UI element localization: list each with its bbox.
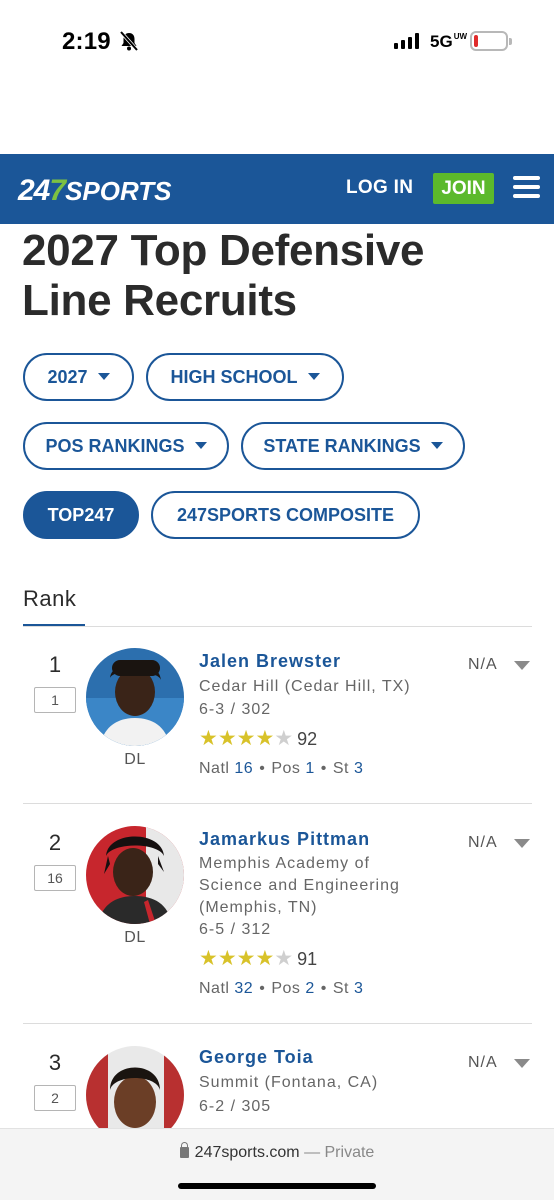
player-rank: 2 [48,830,62,855]
player-position: DL [124,929,146,946]
home-indicator[interactable] [178,1183,376,1189]
level-filter-label: HIGH SCHOOL [170,367,298,387]
join-button[interactable]: JOIN [433,173,494,204]
player-school: Summit (Fontana, CA) [199,1074,379,1091]
natl-rank-link[interactable]: 16 [234,760,253,777]
state-rank-link[interactable]: 3 [354,980,363,997]
expand-chevron-icon[interactable] [514,1059,530,1068]
signal-icon [394,33,420,49]
commit-status: N/A [468,1054,498,1071]
login-link[interactable]: LOG IN [346,177,413,199]
pos-rankings-label: POS RANKINGS [45,436,185,456]
star-icon: ★ [255,727,275,750]
star-icon: ★ [199,727,218,750]
site-header: 247SPORTS LOG IN JOIN [0,154,554,224]
chevron-down-icon [97,372,110,380]
player-name-link[interactable]: Jalen Brewster [199,651,341,672]
player-rank: 1 [48,652,62,677]
pos-rank-link[interactable]: 1 [305,760,314,777]
star-icon: ★ [217,947,237,970]
247sports-logo[interactable]: 247SPORTS [18,174,172,207]
previous-rank: 1 [34,687,76,713]
player-measurements: 6-5 / 312 [199,921,272,938]
year-filter-label: 2027 [47,367,88,387]
player-name-link[interactable]: Jamarkus Pittman [199,829,370,850]
player-rankings: Natl 16 • Pos 1 • St 3 [199,760,364,777]
previous-rank: 2 [34,1085,76,1111]
player-rankings: Natl 32 • Pos 2 • St 3 [199,980,364,997]
divider [23,803,532,804]
player-measurements: 6-3 / 302 [199,701,272,718]
chevron-down-icon [430,441,443,449]
star-rating: ★★★★★ 92 [199,728,317,750]
url-display[interactable]: 247sports.com — Private [0,1142,554,1162]
previous-rank: 16 [34,865,76,891]
natl-rank-link[interactable]: 32 [234,980,253,997]
chevron-down-icon [307,372,320,380]
divider [23,1023,532,1024]
network-label: 5GUW [430,32,468,51]
player-rating: 91 [297,949,318,969]
star-icon: ★ [236,727,256,750]
battery-icon [470,31,512,51]
star-empty-icon: ★ [274,947,294,970]
hamburger-menu-icon[interactable] [513,176,540,198]
rank-column-header[interactable]: Rank [23,586,76,612]
player-photo[interactable] [86,826,184,924]
state-rank-link[interactable]: 3 [354,760,363,777]
silent-bell-icon [119,30,139,52]
expand-chevron-icon[interactable] [514,661,530,670]
divider [23,626,532,627]
status-bar: 2:19 5GUW [0,0,554,84]
page-title: 2027 Top Defensive Line Recruits [22,226,425,325]
player-rank: 3 [48,1050,62,1075]
composite-tab[interactable]: 247SPORTS COMPOSITE [151,491,420,539]
star-icon: ★ [255,947,275,970]
player-name-link[interactable]: George Toia [199,1047,314,1068]
player-photo[interactable] [86,648,184,746]
star-empty-icon: ★ [274,727,294,750]
state-rankings-filter[interactable]: STATE RANKINGS [241,422,465,470]
chevron-down-icon [194,441,207,449]
lock-icon [179,1142,189,1158]
player-rating: 92 [297,729,318,749]
commit-status: N/A [468,834,498,851]
state-rankings-label: STATE RANKINGS [263,436,421,456]
pos-rank-link[interactable]: 2 [305,980,314,997]
player-position: DL [124,751,146,768]
pos-rankings-filter[interactable]: POS RANKINGS [23,422,229,470]
expand-chevron-icon[interactable] [514,839,530,848]
player-school: Memphis Academy of Science and Engineeri… [199,855,400,916]
status-time: 2:19 [62,28,111,55]
top247-tab[interactable]: TOP247 [23,491,139,539]
star-icon: ★ [217,727,237,750]
player-school: Cedar Hill (Cedar Hill, TX) [199,678,411,695]
star-icon: ★ [236,947,256,970]
browser-address-bar[interactable]: 247sports.com — Private [0,1128,554,1200]
player-measurements: 6-2 / 305 [199,1098,272,1115]
star-icon: ★ [199,947,218,970]
level-filter[interactable]: HIGH SCHOOL [146,353,344,401]
year-filter[interactable]: 2027 [23,353,134,401]
commit-status: N/A [468,656,498,673]
star-rating: ★★★★★ 91 [199,948,317,970]
